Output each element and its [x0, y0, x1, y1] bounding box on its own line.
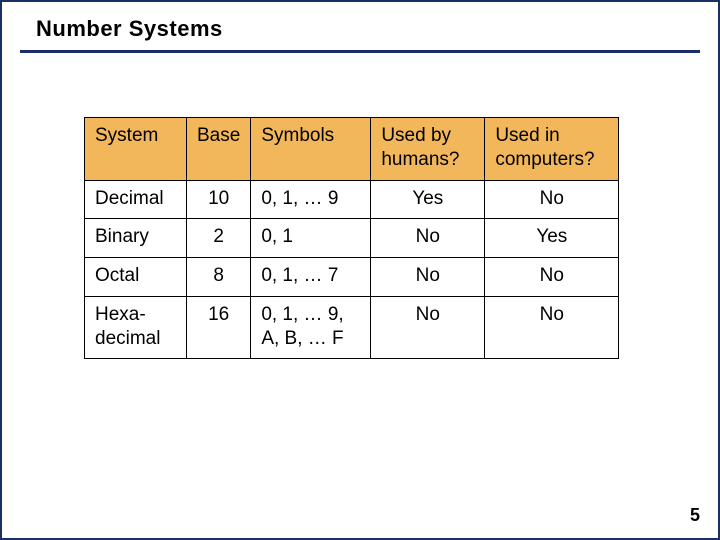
cell-symbols: 0, 1, … 9: [251, 180, 371, 219]
table-row: Octal 8 0, 1, … 7 No No: [85, 258, 619, 297]
cell-system: Hexa-decimal: [85, 296, 187, 359]
cell-computers: No: [485, 296, 619, 359]
cell-symbols: 0, 1, … 7: [251, 258, 371, 297]
cell-base: 8: [187, 258, 251, 297]
cell-symbols: 0, 1: [251, 219, 371, 258]
cell-base: 10: [187, 180, 251, 219]
col-humans: Used by humans?: [371, 118, 485, 181]
title-underline: [20, 50, 700, 53]
cell-humans: No: [371, 219, 485, 258]
col-base: Base: [187, 118, 251, 181]
table-header-row: System Base Symbols Used by humans? Used…: [85, 118, 619, 181]
cell-humans: No: [371, 258, 485, 297]
slide-title: Number Systems: [36, 16, 718, 42]
cell-humans: Yes: [371, 180, 485, 219]
table-container: System Base Symbols Used by humans? Used…: [84, 117, 718, 359]
cell-base: 2: [187, 219, 251, 258]
col-symbols: Symbols: [251, 118, 371, 181]
col-computers: Used in computers?: [485, 118, 619, 181]
cell-system: Decimal: [85, 180, 187, 219]
cell-computers: No: [485, 180, 619, 219]
col-system: System: [85, 118, 187, 181]
table-row: Binary 2 0, 1 No Yes: [85, 219, 619, 258]
cell-system: Binary: [85, 219, 187, 258]
cell-symbols: 0, 1, … 9, A, B, … F: [251, 296, 371, 359]
table-row: Hexa-decimal 16 0, 1, … 9, A, B, … F No …: [85, 296, 619, 359]
page-number: 5: [690, 505, 700, 526]
slide: Number Systems System Base Symbols Used …: [0, 0, 720, 540]
cell-system: Octal: [85, 258, 187, 297]
cell-humans: No: [371, 296, 485, 359]
table-row: Decimal 10 0, 1, … 9 Yes No: [85, 180, 619, 219]
cell-computers: Yes: [485, 219, 619, 258]
number-systems-table: System Base Symbols Used by humans? Used…: [84, 117, 619, 359]
cell-computers: No: [485, 258, 619, 297]
cell-base: 16: [187, 296, 251, 359]
title-area: Number Systems: [2, 2, 718, 48]
